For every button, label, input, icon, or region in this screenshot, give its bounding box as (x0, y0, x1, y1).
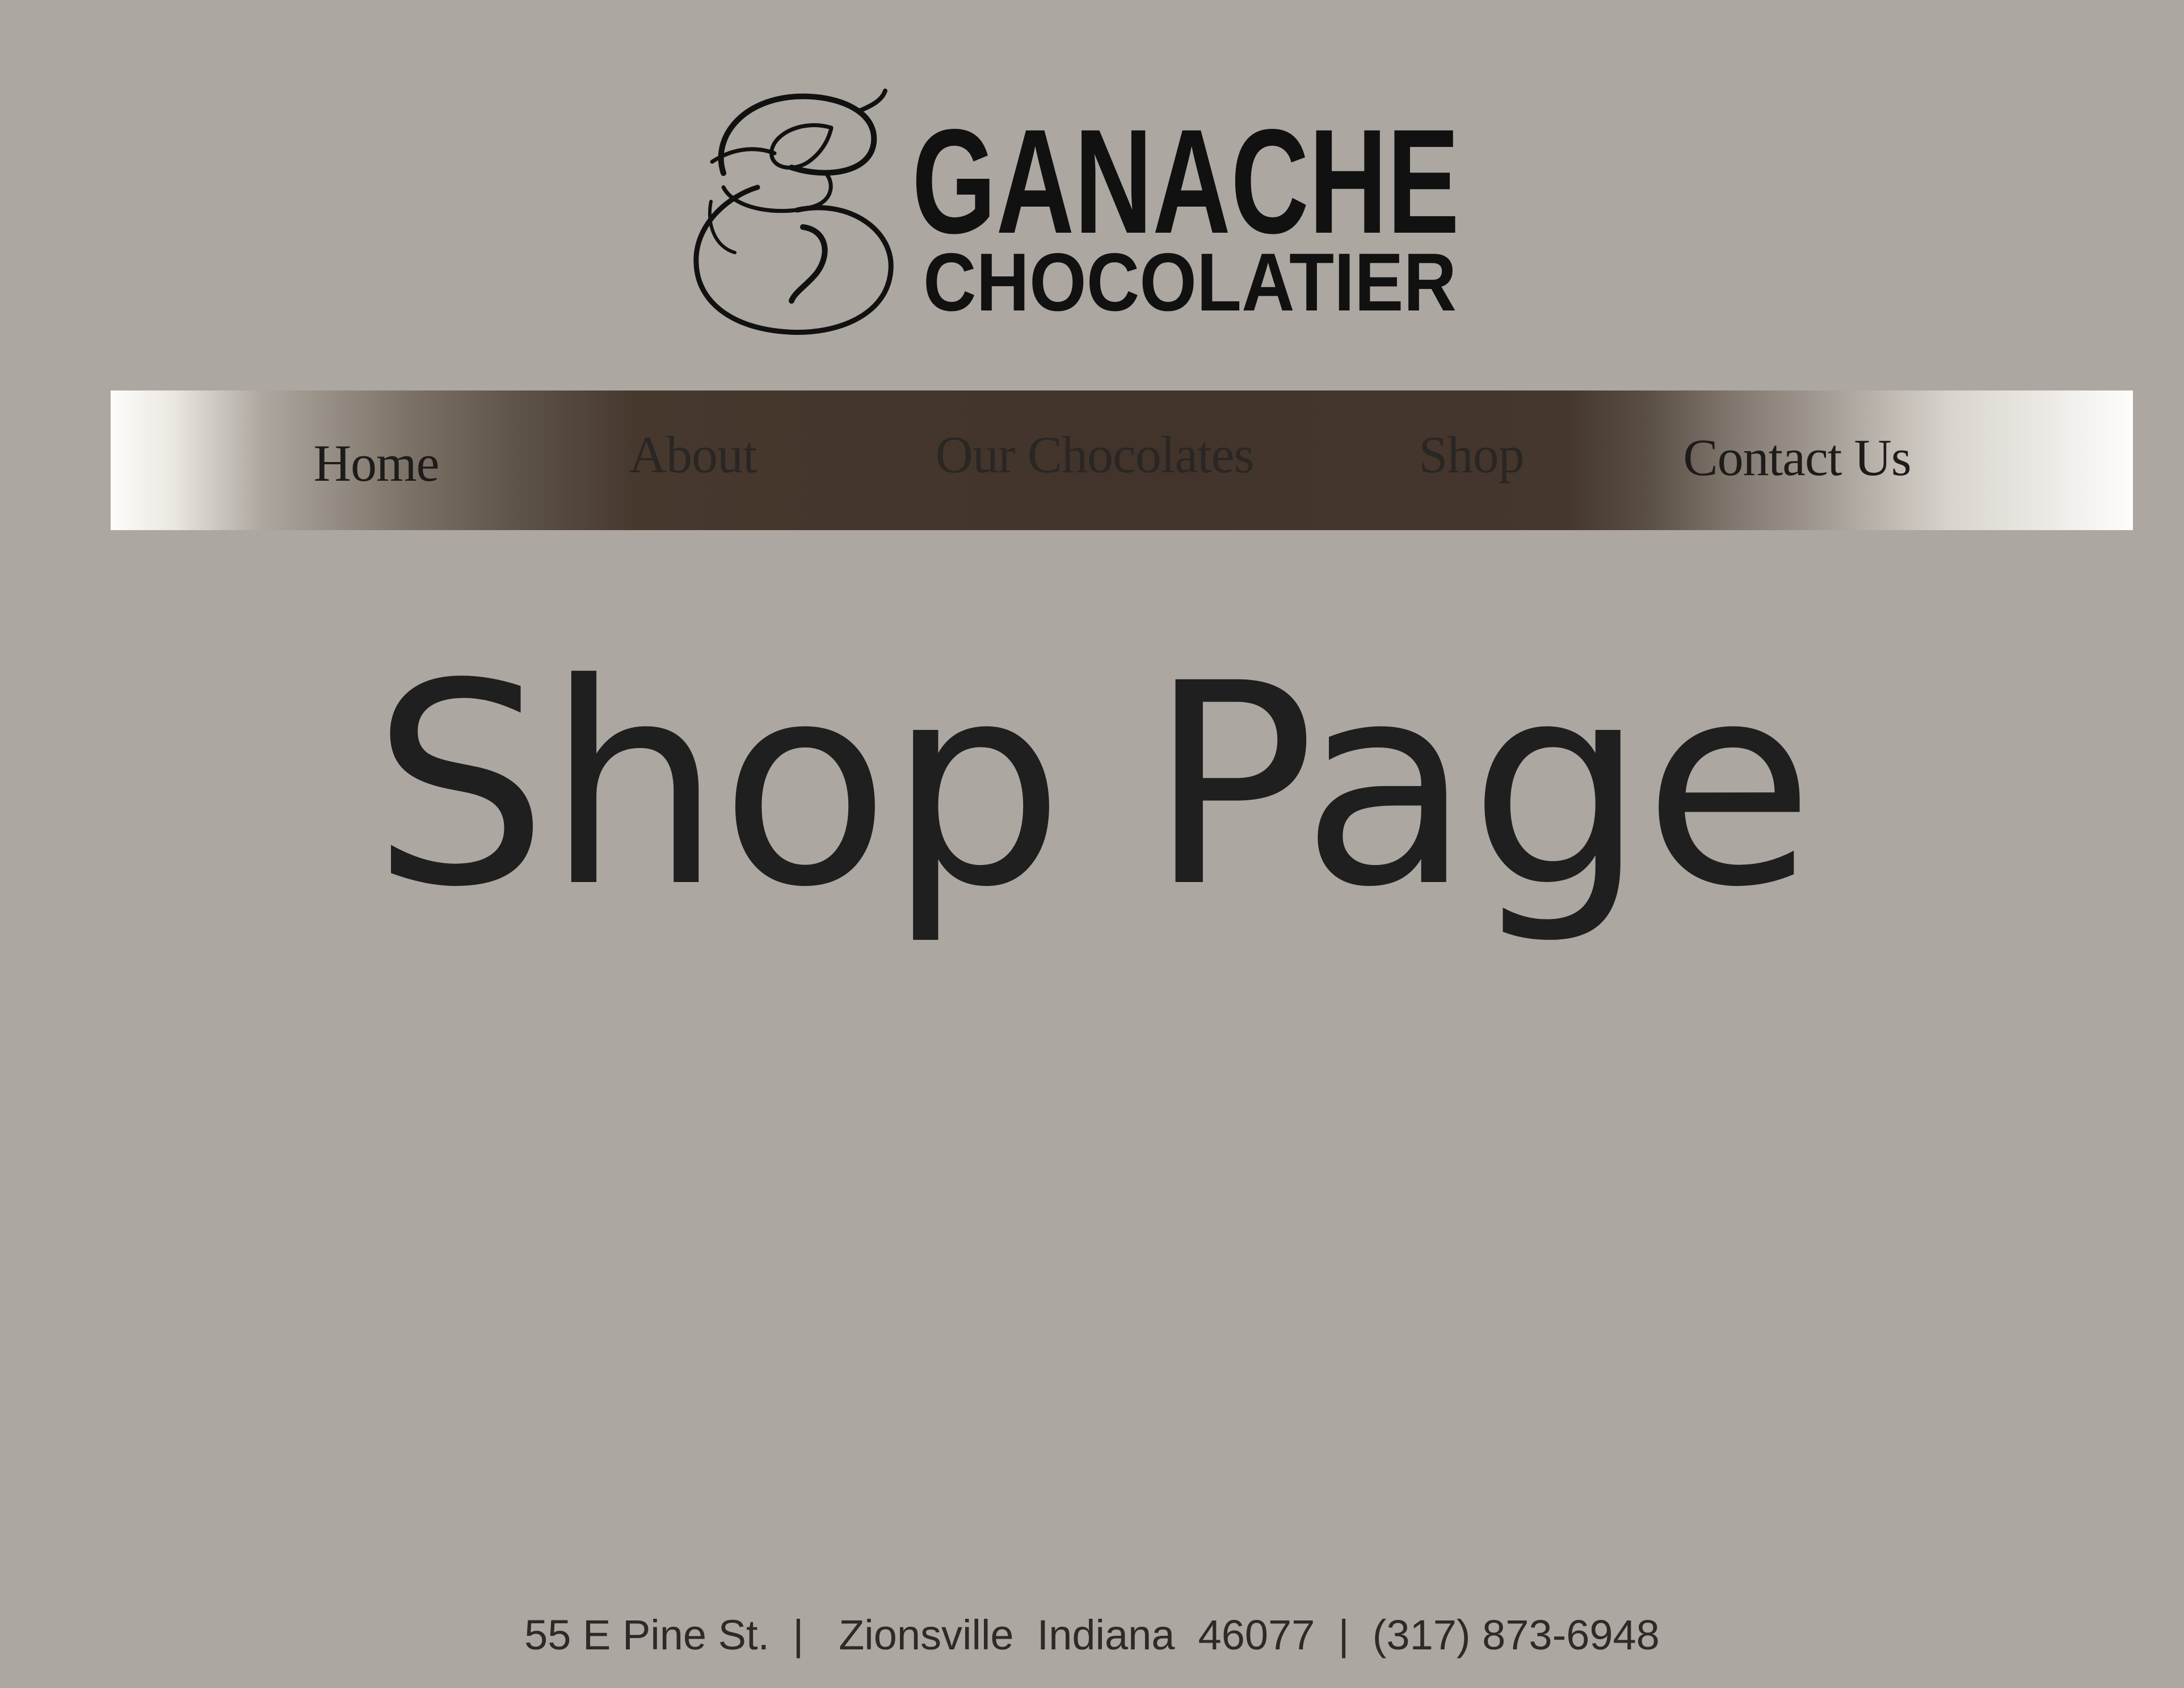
nav-about-link[interactable]: About (629, 425, 758, 485)
footer-address: 55 E Pine St. | Zionsville Indiana 46077… (524, 1611, 1660, 1658)
nav-shop-link[interactable]: Shop (1419, 425, 1524, 485)
nav-home-link[interactable]: Home (314, 433, 440, 493)
main-navigation: Home About Our Chocolates Shop Contact U… (111, 390, 2133, 530)
nav-our-chocolates-link[interactable]: Our Chocolates (936, 425, 1255, 485)
brand-wordmark: GANACHE CHOCOLATIER (912, 98, 1459, 328)
nav-contact-us-link[interactable]: Contact Us (1683, 427, 1911, 488)
page-title: Shop Page (372, 624, 1814, 948)
script-g-monogram-icon (693, 89, 894, 335)
brand-logo[interactable]: GANACHE CHOCOLATIER (689, 88, 1467, 341)
brand-name-line2: CHOCOLATIER (923, 236, 1457, 328)
